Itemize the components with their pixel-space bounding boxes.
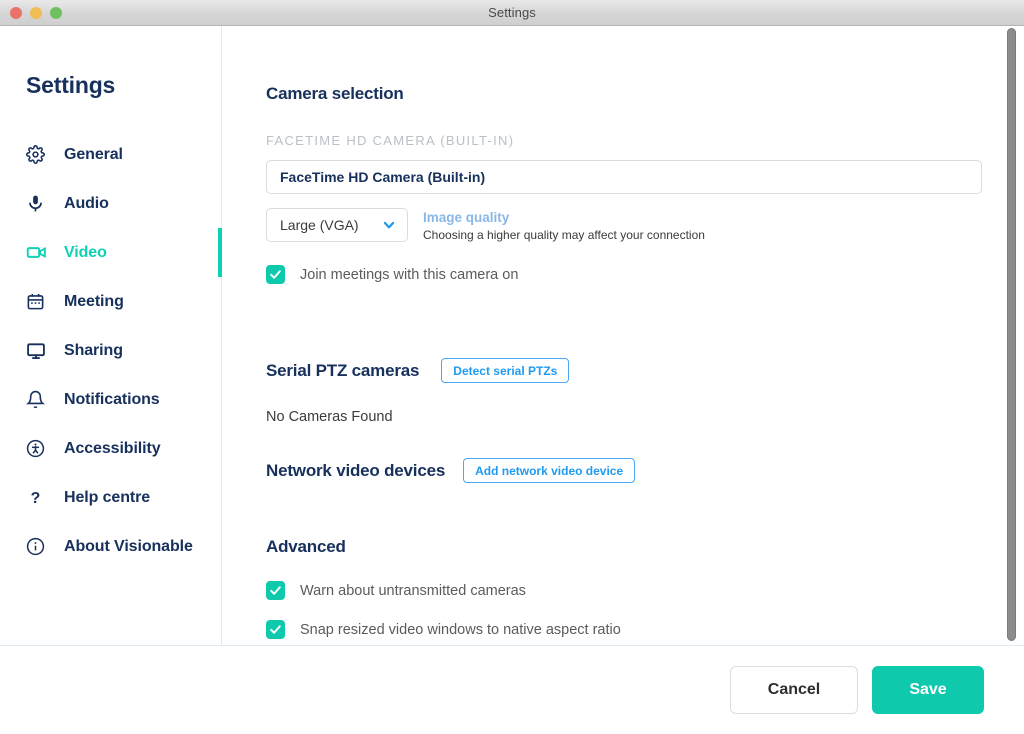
sidebar-item-label: Accessibility [64,440,161,458]
sidebar-title: Settings [0,72,221,99]
warn-untransmitted-cameras-checkbox-row[interactable]: Warn about untransmitted cameras [266,581,1024,600]
sidebar-item-label: Help centre [64,489,150,507]
sidebar-item-label: About Visionable [64,538,193,556]
advanced-option-label: Snap resized video windows to native asp… [300,622,621,638]
join-with-camera-on-checkbox-row[interactable]: Join meetings with this camera on [266,265,1024,284]
serial-ptz-heading: Serial PTZ cameras [266,361,419,381]
close-button[interactable] [10,7,22,19]
accessibility-icon [26,439,52,458]
image-quality-subtitle: Choosing a higher quality may affect you… [423,227,705,243]
image-quality-row: Large (VGA) Image quality Choosing a hig… [266,208,1024,243]
advanced-option-label: Warn about untransmitted cameras [300,583,526,599]
cancel-button[interactable]: Cancel [730,666,858,714]
device-caps-label: FACETIME HD CAMERA (BUILT-IN) [266,133,1024,148]
settings-content-panel: Camera selection FACETIME HD CAMERA (BUI… [222,26,1024,645]
calendar-icon [26,292,52,311]
join-with-camera-on-label: Join meetings with this camera on [300,267,518,283]
sidebar-item-label: General [64,146,123,164]
serial-ptz-section: Serial PTZ cameras Detect serial PTZs No… [266,358,1024,425]
monitor-icon [26,341,52,361]
sidebar-item-accessibility[interactable]: Accessibility [0,424,221,473]
sidebar-item-about[interactable]: About Visionable [0,522,221,571]
microphone-icon [26,194,52,213]
settings-window: Settings Settings General [0,0,1024,734]
image-quality-text: Image quality Choosing a higher quality … [423,208,705,243]
camera-device-value: FaceTime HD Camera (Built-in) [280,169,485,185]
sidebar: Settings General [0,26,222,645]
sidebar-item-help-centre[interactable]: ? Help centre [0,473,221,522]
camera-selection-heading: Camera selection [266,84,1024,104]
serial-ptz-header-row: Serial PTZ cameras Detect serial PTZs [266,358,1024,383]
advanced-heading: Advanced [266,537,1024,557]
checkbox-checked-icon[interactable] [266,265,285,284]
traffic-light-group [10,7,62,19]
sidebar-item-label: Audio [64,195,109,213]
sidebar-item-label: Notifications [64,391,160,409]
scrollbar-thumb[interactable] [1007,28,1016,641]
sidebar-item-label: Sharing [64,342,123,360]
sidebar-nav: General Audio [0,130,221,571]
window-title: Settings [0,5,1024,20]
maximize-button[interactable] [50,7,62,19]
question-mark-icon: ? [26,488,52,507]
sidebar-item-label: Video [64,244,107,262]
save-button[interactable]: Save [872,666,984,714]
svg-text:?: ? [31,490,41,507]
resolution-value: Large (VGA) [280,217,359,233]
network-video-header-row: Network video devices Add network video … [266,458,1024,483]
camera-device-field[interactable]: FaceTime HD Camera (Built-in) [266,160,982,194]
advanced-section: Advanced Warn about untransmitted camera… [266,537,1024,639]
chevron-down-icon [381,217,397,233]
sidebar-item-notifications[interactable]: Notifications [0,375,221,424]
gear-icon [26,145,52,164]
sidebar-item-general[interactable]: General [0,130,221,179]
sidebar-item-meeting[interactable]: Meeting [0,277,221,326]
serial-ptz-status-text: No Cameras Found [266,409,1024,425]
sidebar-item-sharing[interactable]: Sharing [0,326,221,375]
sidebar-item-video[interactable]: Video [0,228,221,277]
window-body: Settings General [0,26,1024,645]
add-network-video-device-button[interactable]: Add network video device [463,458,635,483]
checkbox-checked-icon[interactable] [266,620,285,639]
bell-icon [26,390,52,409]
image-quality-title: Image quality [423,209,705,226]
info-circle-icon [26,537,52,556]
minimize-button[interactable] [30,7,42,19]
title-bar: Settings [0,0,1024,26]
resolution-select[interactable]: Large (VGA) [266,208,408,242]
camcorder-icon [26,242,52,263]
content-scrollbar[interactable] [1007,28,1016,641]
sidebar-item-label: Meeting [64,293,124,311]
snap-resized-windows-checkbox-row[interactable]: Snap resized video windows to native asp… [266,620,1024,639]
dialog-footer: Cancel Save [0,645,1024,734]
network-video-heading: Network video devices [266,461,445,481]
detect-serial-ptzs-button[interactable]: Detect serial PTZs [441,358,569,383]
sidebar-item-audio[interactable]: Audio [0,179,221,228]
network-video-section: Network video devices Add network video … [266,458,1024,483]
checkbox-checked-icon[interactable] [266,581,285,600]
